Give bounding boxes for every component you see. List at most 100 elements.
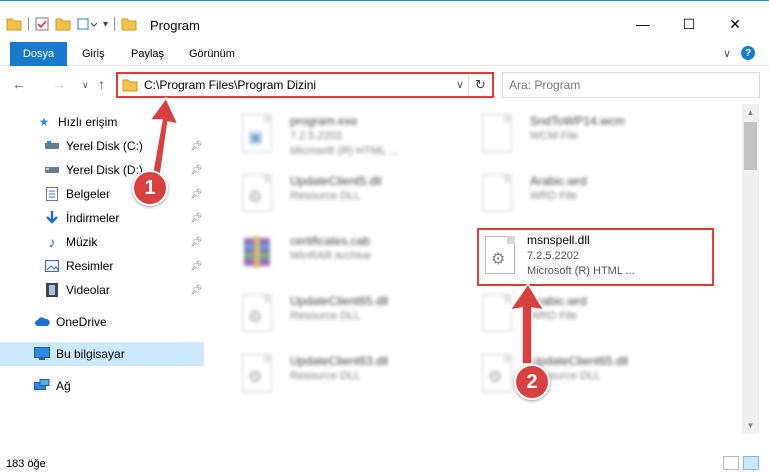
recent-locations-icon[interactable]: ∨ xyxy=(82,80,89,91)
file-name: UpdateClient63.dll xyxy=(290,354,389,368)
file-description: Microsoft (R) HTML ... xyxy=(290,145,398,157)
file-name: Arabic.wrd xyxy=(530,294,587,308)
sidebar-item-label: Resimler xyxy=(66,259,114,273)
file-name: msnspell.dll xyxy=(527,233,590,247)
status-bar: 183 öğe xyxy=(0,454,769,473)
sidebar-item-videos[interactable]: Videolar 📌︎ xyxy=(0,278,204,302)
sidebar-item-label: Müzik xyxy=(66,235,98,249)
file-item[interactable]: ⚙ UpdateClient63.dll Resource DLL xyxy=(220,348,450,406)
pin-icon[interactable]: 📌︎ xyxy=(190,285,203,296)
dll-file-icon: ⚙ xyxy=(242,174,274,214)
pin-icon[interactable]: 📌︎ xyxy=(190,141,203,152)
forward-arrow-icon[interactable]: → xyxy=(52,76,66,92)
sidebar-item-label: Belgeler xyxy=(66,187,111,201)
search-input[interactable]: Ara: Program xyxy=(502,72,760,98)
item-count: 183 öğe xyxy=(6,458,46,470)
file-type: WRD File xyxy=(530,310,578,322)
address-row: ← → ∨ ↑ C:\Program Files\Program Dizini … xyxy=(0,66,769,104)
dll-file-icon: ⚙ xyxy=(485,236,515,274)
sidebar-item-network[interactable]: Ağ xyxy=(0,374,204,398)
file-type: Resource DLL xyxy=(290,370,361,382)
pin-icon[interactable]: 📌︎ xyxy=(190,237,203,248)
close-button[interactable]: ✕ xyxy=(712,9,758,39)
file-name: Arabic.wrd xyxy=(530,174,587,188)
drive-icon xyxy=(44,138,60,154)
quick-access-toolbar: ▾ xyxy=(6,15,137,33)
details-view-icon[interactable] xyxy=(723,456,739,470)
tab-file[interactable]: Dosya xyxy=(10,42,67,66)
tab-view[interactable]: Görünüm xyxy=(189,42,235,66)
highlighted-file-item[interactable]: ⚙ msnspell.dll 7.2.5.2202 Microsoft (R) … xyxy=(477,228,714,286)
pictures-icon xyxy=(44,258,60,274)
file-name: program.exe xyxy=(290,114,358,128)
file-item[interactable]: ⚙ UpdateClient65.dll Resource DLL xyxy=(460,348,690,406)
ribbon-controls: ∨ ? xyxy=(723,46,755,60)
file-item[interactable]: certificates.cab WinRAR Archive xyxy=(220,228,450,286)
sidebar-item-label: Yerel Disk (D:) xyxy=(66,163,143,177)
star-icon: ★ xyxy=(38,115,50,129)
properties-icon[interactable] xyxy=(35,17,49,31)
sidebar-item-music[interactable]: ♪ Müzik 📌︎ xyxy=(0,230,204,254)
file-name: certificates.cab xyxy=(290,234,371,248)
sidebar-item-label: Hızlı erişim xyxy=(58,115,118,129)
file-item[interactable]: ⚙ UpdateClient5.dll Resource DLL xyxy=(220,168,450,226)
file-item[interactable]: Arabic.wrd WRD File xyxy=(460,168,690,226)
file-item[interactable]: SndToWP14.wcm WCM File xyxy=(460,108,690,166)
pin-icon[interactable]: 📌︎ xyxy=(190,189,203,200)
maximize-button[interactable]: ☐ xyxy=(666,9,712,39)
separator xyxy=(114,17,116,31)
title-bar: ▾ Program — ☐ ✕ xyxy=(0,0,769,42)
file-item[interactable]: Arabic.wrd WRD File xyxy=(460,288,690,346)
dll-file-icon: ⚙ xyxy=(482,354,514,394)
file-description: Microsoft (R) HTML ... xyxy=(527,265,635,277)
back-arrow-icon[interactable]: ← xyxy=(12,76,26,92)
file-type: Resource DLL xyxy=(290,190,361,202)
view-toggle xyxy=(723,456,759,470)
scroll-down-arrow-icon[interactable]: ▼ xyxy=(742,417,759,434)
download-icon xyxy=(44,210,60,226)
pin-icon[interactable]: 📌︎ xyxy=(190,165,203,176)
file-type: WCM File xyxy=(530,130,579,142)
new-folder-icon[interactable] xyxy=(55,17,71,31)
minimize-button[interactable]: — xyxy=(620,9,666,39)
pin-icon[interactable]: 📌︎ xyxy=(190,213,203,224)
music-icon: ♪ xyxy=(48,234,56,250)
file-type: WRD File xyxy=(530,190,578,202)
scroll-thumb[interactable] xyxy=(744,122,757,170)
tab-home[interactable]: Giriş xyxy=(82,42,105,66)
dll-file-icon: ⚙ xyxy=(242,354,274,394)
sidebar-item-this-pc[interactable]: Bu bilgisayar xyxy=(0,342,204,366)
customize-toolbar-icon[interactable]: ▾ xyxy=(103,19,108,30)
file-item[interactable]: ⚙ UpdateClient65.dll Resource DLL xyxy=(220,288,450,346)
sidebar-item-local-disk-c[interactable]: Yerel Disk (C:) 📌︎ xyxy=(0,134,204,158)
folder-icon xyxy=(121,18,137,31)
up-arrow-icon[interactable]: ↑ xyxy=(98,76,105,92)
pin-icon[interactable]: 📌︎ xyxy=(190,261,203,272)
help-icon[interactable]: ? xyxy=(741,46,755,60)
expand-ribbon-icon[interactable]: ∨ xyxy=(723,47,731,60)
sidebar-item-onedrive[interactable]: OneDrive xyxy=(0,310,204,334)
sidebar-item-local-disk-d[interactable]: Yerel Disk (D:) 📌︎ xyxy=(0,158,204,182)
navigation-pane: ★ Hızlı erişim Yerel Disk (C:) 📌︎ Yerel … xyxy=(0,104,206,454)
vertical-scrollbar[interactable]: ▲ ▼ xyxy=(742,104,759,434)
sidebar-item-label: Videolar xyxy=(66,283,110,297)
view-options-icon[interactable] xyxy=(77,17,97,31)
sidebar-item-label: OneDrive xyxy=(56,315,107,329)
sidebar-item-downloads[interactable]: İndirmeler 📌︎ xyxy=(0,206,204,230)
refresh-icon[interactable]: ↻ xyxy=(468,74,492,96)
sidebar-item-quick-access[interactable]: ★ Hızlı erişim xyxy=(0,110,204,134)
tab-share[interactable]: Paylaş xyxy=(131,42,164,66)
file-version: 7.2.5.2202 xyxy=(527,250,579,262)
address-dropdown-icon[interactable]: ∨ xyxy=(456,78,464,91)
computer-icon xyxy=(34,346,50,362)
sidebar-item-documents[interactable]: Belgeler 📌︎ xyxy=(0,182,204,206)
sidebar-item-pictures[interactable]: Resimler 📌︎ xyxy=(0,254,204,278)
file-name: UpdateClient5.dll xyxy=(290,174,382,188)
folder-icon[interactable] xyxy=(6,17,22,31)
address-path[interactable]: C:\Program Files\Program Dizini xyxy=(144,78,316,92)
scroll-up-arrow-icon[interactable]: ▲ xyxy=(742,104,759,121)
cloud-icon xyxy=(34,314,50,330)
tiles-view-icon[interactable] xyxy=(743,456,759,470)
file-item[interactable]: ▣ program.exe 7.2.5.2202 Microsoft (R) H… xyxy=(220,108,450,166)
address-bar[interactable]: C:\Program Files\Program Dizini ∨ ↻ xyxy=(116,72,494,98)
